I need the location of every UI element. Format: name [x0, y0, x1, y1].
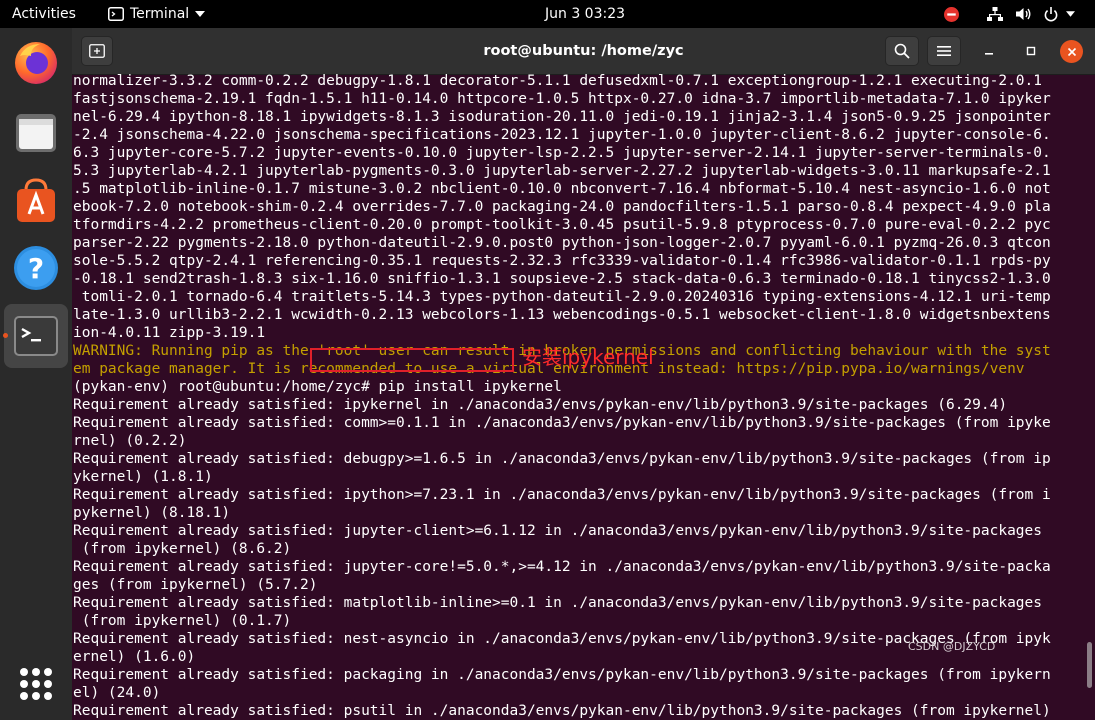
search-icon — [894, 43, 910, 59]
dock-item-help[interactable]: ? — [12, 244, 60, 292]
terminal-line: late-1.3.0 urllib3-2.2.1 wcwidth-0.2.13 … — [73, 307, 1051, 323]
terminal-line: Requirement already satisfied: ipython>=… — [73, 487, 1051, 503]
power-icon — [1044, 6, 1058, 21]
terminal-line: tomli-2.0.1 tornado-6.4 traitlets-5.14.3… — [73, 289, 1051, 305]
terminal-line: el) (24.0) — [73, 685, 161, 701]
terminal-line: -2.4 jsonschema-4.22.0 jsonschema-specif… — [73, 127, 1051, 143]
terminal-line: Requirement already satisfied: matplotli… — [73, 595, 1043, 611]
terminal-app-icon — [108, 7, 124, 21]
help-icon: ? — [14, 246, 58, 290]
apps-grid-icon — [20, 668, 52, 700]
terminal-line: Requirement already satisfied: nest-asyn… — [73, 631, 1051, 647]
terminal-line: 6.3 jupyter-core-5.7.2 jupyter-events-0.… — [73, 145, 1051, 161]
do-not-disturb-indicator[interactable] — [944, 0, 959, 28]
terminal-line: 5.3 jupyterlab-4.2.1 jupyterlab-pygments… — [73, 163, 1051, 179]
running-indicator — [3, 333, 8, 338]
maximize-button[interactable] — [1019, 39, 1043, 63]
new-tab-icon — [89, 44, 105, 58]
terminal-line: nel-6.29.4 ipython-8.18.1 ipywidgets-8.1… — [73, 109, 1051, 125]
software-store-icon — [17, 178, 55, 222]
minimize-button[interactable] — [977, 39, 1001, 63]
terminal-line: (from ipykernel) (8.6.2) — [73, 541, 292, 557]
top-bar: Activities Terminal Jun 3 03:23 — [0, 0, 1095, 28]
dock: ? — [0, 28, 72, 720]
terminal-line: sole-5.5.2 qtpy-2.4.1 referencing-0.35.1… — [73, 253, 1051, 269]
close-icon — [1067, 47, 1076, 56]
watermark: CSDN @DJZYCD — [908, 640, 996, 653]
dock-item-terminal[interactable] — [4, 304, 68, 368]
terminal-line: pykernel) (8.18.1) — [73, 505, 231, 521]
terminal-line: Requirement already satisfied: jupyter-c… — [73, 523, 1043, 539]
activities-button[interactable]: Activities — [12, 0, 76, 28]
volume-indicator[interactable] — [1016, 0, 1032, 28]
terminal-line: ges (from ipykernel) (5.7.2) — [73, 577, 318, 593]
power-menu[interactable] — [1044, 0, 1075, 28]
terminal-line: -0.18.1 send2trash-1.8.3 six-1.16.0 snif… — [73, 271, 1051, 287]
scrollbar-thumb[interactable] — [1087, 642, 1092, 688]
caret-down-icon — [1066, 11, 1075, 17]
network-indicator[interactable] — [987, 0, 1003, 28]
scrollbar[interactable] — [1084, 74, 1095, 720]
terminal-line: Requirement already satisfied: packaging… — [73, 667, 1051, 683]
header-bar: root@ubuntu: /home/zyc — [72, 28, 1095, 75]
close-button[interactable] — [1060, 40, 1083, 63]
app-menu[interactable]: Terminal — [108, 0, 206, 28]
terminal-line: rnel) (0.2.2) — [73, 433, 187, 449]
terminal-line: ykernel) (1.8.1) — [73, 469, 213, 485]
terminal-line: ebook-7.2.0 notebook-shim-0.2.4 override… — [73, 199, 1051, 215]
terminal-window: root@ubuntu: /home/zyc normalizer-3.3.2 … — [72, 28, 1095, 720]
terminal-line: ion-4.0.11 zipp-3.19.1 — [73, 325, 266, 341]
network-wired-icon — [987, 6, 1003, 21]
new-tab-button[interactable] — [81, 36, 113, 66]
terminal-line: Requirement already satisfied: ipykernel… — [73, 397, 1008, 413]
terminal-line: Requirement already satisfied: jupyter-c… — [73, 559, 1051, 575]
menu-button[interactable] — [927, 36, 961, 66]
speaker-icon — [1016, 8, 1031, 20]
dock-item-files[interactable] — [12, 108, 60, 156]
svg-text:?: ? — [28, 252, 44, 285]
terminal-line: Requirement already satisfied: psutil in… — [73, 703, 1051, 719]
caret-down-icon — [195, 11, 206, 17]
maximize-icon — [1026, 46, 1036, 56]
dock-item-software[interactable] — [12, 176, 60, 224]
terminal-line: normalizer-3.3.2 comm-0.2.2 debugpy-1.8.… — [73, 74, 1043, 89]
minimize-icon — [985, 53, 993, 55]
command-highlight-box — [310, 348, 514, 372]
terminal-line: parser-2.22 pygments-2.18.0 python-dateu… — [73, 235, 1051, 251]
terminal-output[interactable]: normalizer-3.3.2 comm-0.2.2 debugpy-1.8.… — [72, 74, 1084, 720]
terminal-line: fastjsonschema-2.19.1 fqdn-1.5.1 h11-0.1… — [73, 91, 1051, 107]
annotation-label: 安装ipykernel — [522, 345, 654, 369]
hamburger-menu-icon — [937, 46, 951, 56]
dock-item-firefox[interactable] — [12, 38, 60, 86]
minus-circle-icon — [944, 6, 959, 22]
dock-item-show-applications[interactable] — [12, 660, 60, 708]
terminal-line: Requirement already satisfied: comm>=0.1… — [73, 415, 1051, 431]
terminal-line: .5 matplotlib-inline-0.1.7 mistune-3.0.2… — [73, 181, 1051, 197]
clock[interactable]: Jun 3 03:23 — [545, 0, 625, 28]
search-button[interactable] — [885, 36, 919, 66]
files-icon — [16, 114, 56, 152]
terminal-line: (from ipykernel) (0.1.7) — [73, 613, 292, 629]
firefox-icon — [15, 42, 57, 84]
terminal-line: (pykan-env) root@ubuntu:/home/zyc# pip i… — [73, 379, 562, 395]
terminal-line: Requirement already satisfied: debugpy>=… — [73, 451, 1051, 467]
terminal-icon — [14, 316, 58, 356]
terminal-line: ernel) (1.6.0) — [73, 649, 196, 665]
app-menu-label: Terminal — [130, 6, 190, 22]
terminal-line: tformdirs-4.2.2 prometheus-client-0.20.0… — [73, 217, 1051, 233]
